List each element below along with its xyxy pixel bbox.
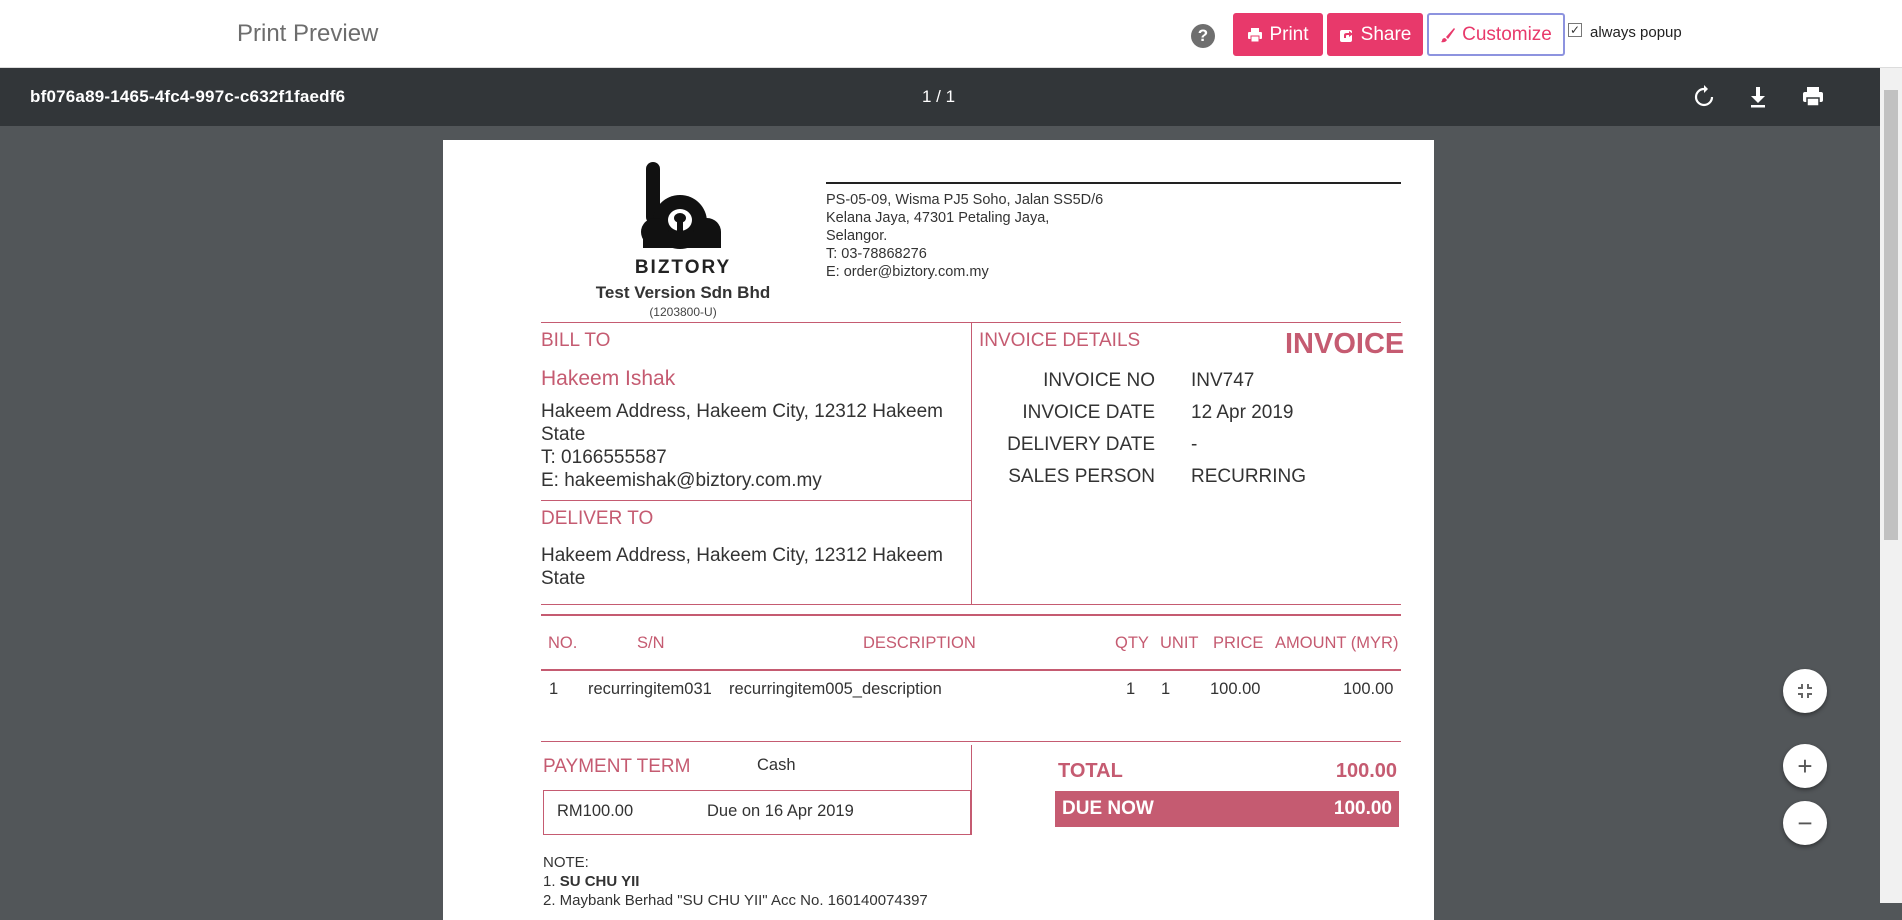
deliver-address-line: Hakeem Address, Hakeem City, 12312 Hakee… <box>541 545 943 566</box>
cell-price: 100.00 <box>1210 680 1261 698</box>
divider <box>971 322 972 605</box>
due-now-value: 100.00 <box>1333 798 1392 819</box>
fit-page-button[interactable] <box>1783 669 1827 713</box>
divider <box>541 669 1401 671</box>
download-icon[interactable] <box>1743 82 1773 112</box>
pdf-toolbar: bf076a89-1465-4fc4-997c-c632f1faedf6 1 /… <box>0 68 1880 126</box>
bill-address-line: State <box>541 424 586 445</box>
plus-icon: + <box>1797 751 1813 781</box>
pdf-file-name: bf076a89-1465-4fc4-997c-c632f1faedf6 <box>30 87 346 106</box>
divider <box>971 745 972 835</box>
print-label: Print <box>1269 23 1309 45</box>
deliver-address-line: State <box>541 568 586 589</box>
cell-qty: 1 <box>1126 680 1136 698</box>
col-header-sn: S/N <box>637 634 665 652</box>
due-now-row: DUE NOW 100.00 <box>1055 791 1399 827</box>
cell-amount: 100.00 <box>1343 680 1394 698</box>
note-line-prefix: 1. <box>543 873 560 890</box>
company-address-line: Selangor. <box>826 228 888 244</box>
header-rule <box>826 182 1401 184</box>
invoice-no-label: INVOICE NO <box>1043 370 1155 391</box>
sales-person-value: RECURRING <box>1191 466 1307 487</box>
delivery-date-label: DELIVERY DATE <box>1007 434 1155 455</box>
company-address-line: PS-05-09, Wisma PJ5 Soho, Jalan SS5D/6 <box>826 192 1104 208</box>
divider <box>541 500 971 501</box>
fit-page-icon <box>1798 684 1812 698</box>
customer-name: Hakeem Ishak <box>541 367 676 390</box>
col-header-unit: UNIT <box>1160 634 1199 652</box>
due-now-label: DUE NOW <box>1062 798 1154 819</box>
note-line: 2. Maybank Berhad "SU CHU YII" Acc No. 1… <box>543 892 928 909</box>
total-value: 100.00 <box>1335 760 1397 782</box>
divider <box>541 741 1401 742</box>
app-header: Print Preview ? Print Share Customize ✓ … <box>0 0 1902 68</box>
cell-description: recurringitem005_description <box>729 680 942 698</box>
company-name: Test Version Sdn Bhd <box>595 283 771 302</box>
share-label: Share <box>1360 23 1412 45</box>
invoice-no-value: INV747 <box>1191 370 1255 391</box>
customize-label: Customize <box>1462 23 1552 45</box>
note-line: 1. SU CHU YII <box>543 873 639 890</box>
total-row: TOTAL 100.00 <box>1055 756 1399 792</box>
invoice-details-heading: INVOICE DETAILS <box>979 330 1141 351</box>
company-email: E: order@biztory.com.my <box>826 264 989 280</box>
viewer-print-icon[interactable] <box>1798 82 1828 112</box>
company-phone: T: 03-78868276 <box>826 246 927 262</box>
biztory-logo <box>641 162 721 249</box>
scrollbar-thumb[interactable] <box>1884 90 1898 540</box>
sales-person-label: SALES PERSON <box>1008 466 1155 487</box>
col-header-qty: QTY <box>1115 634 1149 652</box>
divider <box>541 604 1401 605</box>
bill-to-heading: BILL TO <box>541 330 611 351</box>
invoice-date-value: 12 Apr 2019 <box>1191 402 1294 423</box>
col-header-price: PRICE <box>1213 634 1264 652</box>
share-icon <box>1339 29 1353 42</box>
brand-name: BIZTORY <box>634 257 732 278</box>
bill-address-line: Hakeem Address, Hakeem City, 12312 Hakee… <box>541 401 943 422</box>
bill-phone: T: 0166555587 <box>541 447 667 468</box>
delivery-date-value: - <box>1191 434 1198 455</box>
divider <box>541 614 1401 616</box>
invoice-type-title: INVOICE <box>1285 328 1405 360</box>
payment-term-heading: PAYMENT TERM <box>543 756 691 777</box>
company-reg-no: (1203800-U) <box>649 305 717 319</box>
note-line-text: SU CHU YII <box>559 873 640 890</box>
page-title: Print Preview <box>237 20 379 47</box>
cell-sn: recurringitem031 <box>588 680 712 698</box>
zoom-out-button[interactable]: − <box>1783 801 1827 845</box>
paintbrush-icon <box>1441 27 1456 42</box>
print-button[interactable]: Print <box>1233 13 1323 56</box>
payment-term-value: Cash <box>757 756 796 774</box>
always-popup-checkbox[interactable]: ✓ <box>1568 23 1582 37</box>
customize-button[interactable]: Customize <box>1427 13 1565 56</box>
cell-unit: 1 <box>1161 680 1171 698</box>
minus-icon: − <box>1797 808 1813 838</box>
always-popup-label: always popup <box>1590 24 1682 41</box>
cell-no: 1 <box>549 680 559 698</box>
col-header-amount: AMOUNT (MYR) <box>1275 634 1399 652</box>
help-icon[interactable]: ? <box>1191 24 1215 48</box>
col-header-description: DESCRIPTION <box>863 634 976 652</box>
invoice-date-label: INVOICE DATE <box>1022 402 1155 423</box>
total-label: TOTAL <box>1058 760 1123 782</box>
viewer-scrollbar[interactable] <box>1880 68 1902 903</box>
company-address-line: Kelana Jaya, 47301 Petaling Jaya, <box>826 210 1050 226</box>
bill-email: E: hakeemishak@biztory.com.my <box>541 470 822 491</box>
note-heading: NOTE: <box>543 854 589 871</box>
page-indicator: 1 / 1 <box>922 87 956 106</box>
printer-icon <box>1248 27 1263 42</box>
invoice-page: BIZTORY Test Version Sdn Bhd (1203800-U)… <box>443 140 1434 920</box>
payment-due-date: Due on 16 Apr 2019 <box>707 802 854 820</box>
deliver-to-heading: DELIVER TO <box>541 508 654 529</box>
payment-amount: RM100.00 <box>557 802 634 820</box>
zoom-in-button[interactable]: + <box>1783 744 1827 788</box>
share-button[interactable]: Share <box>1327 13 1423 56</box>
rotate-icon[interactable] <box>1689 82 1719 112</box>
col-header-no: NO. <box>548 634 578 652</box>
